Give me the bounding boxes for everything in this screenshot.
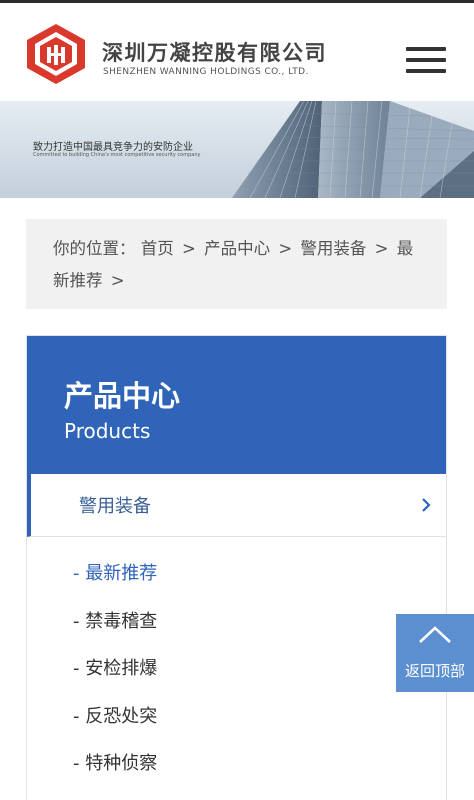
company-name-en: SHENZHEN WANNING HOLDINGS CO., LTD. (103, 67, 309, 77)
product-center-title: 产品中心 (64, 379, 181, 413)
subcategory-security-inspection[interactable]: - 安检排爆 (73, 654, 157, 702)
breadcrumb-separator: > (278, 239, 293, 258)
chevron-right-icon (422, 498, 431, 512)
category-police-equipment[interactable]: 警用装备 (27, 474, 446, 537)
site-header: 深圳万凝控股有限公司 SHENZHEN WANNING HOLDINGS CO.… (0, 3, 474, 101)
subcategory-anti-drug[interactable]: - 禁毒稽查 (73, 607, 157, 655)
back-to-top-button[interactable]: 返回顶部 (396, 614, 474, 692)
subcategory-special-recon[interactable]: - 特种侦察 (73, 749, 157, 797)
category-label: 警用装备 (79, 496, 151, 517)
breadcrumb-separator: > (182, 239, 196, 258)
menu-bar (406, 58, 446, 62)
breadcrumb-prefix: 你的位置： (53, 239, 136, 258)
chevron-up-icon (419, 626, 451, 643)
banner-subtitle: Committed to building China's most compe… (33, 152, 201, 158)
product-center-title-en: Products (64, 419, 151, 443)
subcategory-anti-terror[interactable]: - 反恐处突 (73, 702, 157, 750)
menu-bar (406, 47, 446, 51)
company-name-cn: 深圳万凝控股有限公司 (102, 41, 327, 65)
product-center-header: 产品中心 Products (27, 336, 446, 474)
subcategory-latest[interactable]: - 最新推荐 (73, 559, 157, 607)
breadcrumb-link-home[interactable]: 首页 (141, 239, 174, 258)
stacked-block-logo-icon[interactable] (26, 23, 86, 85)
banner-slogan: 致力打造中国最具竞争力的安防企业 (33, 142, 193, 153)
subcategory-list: - 最新推荐 - 禁毒稽查 - 安检排爆 - 反恐处突 - 特种侦察 (73, 559, 157, 797)
breadcrumb-separator: > (374, 239, 389, 258)
product-center-panel: 产品中心 Products 警用装备 - 最新推荐 - 禁毒稽查 - 安检排爆 … (26, 335, 447, 800)
hero-banner: 致力打造中国最具竞争力的安防企业 Committed to building C… (0, 101, 474, 198)
breadcrumb-link-police-equipment[interactable]: 警用装备 (300, 239, 366, 258)
back-to-top-label: 返回顶部 (404, 662, 465, 680)
breadcrumb: 你的位置： 首页 > 产品中心 > 警用装备 > 最新推荐 > (26, 219, 447, 309)
hamburger-menu-icon[interactable] (406, 47, 448, 75)
breadcrumb-separator: > (110, 271, 125, 290)
breadcrumb-link-product-center[interactable]: 产品中心 (204, 239, 270, 258)
menu-bar (406, 69, 446, 73)
